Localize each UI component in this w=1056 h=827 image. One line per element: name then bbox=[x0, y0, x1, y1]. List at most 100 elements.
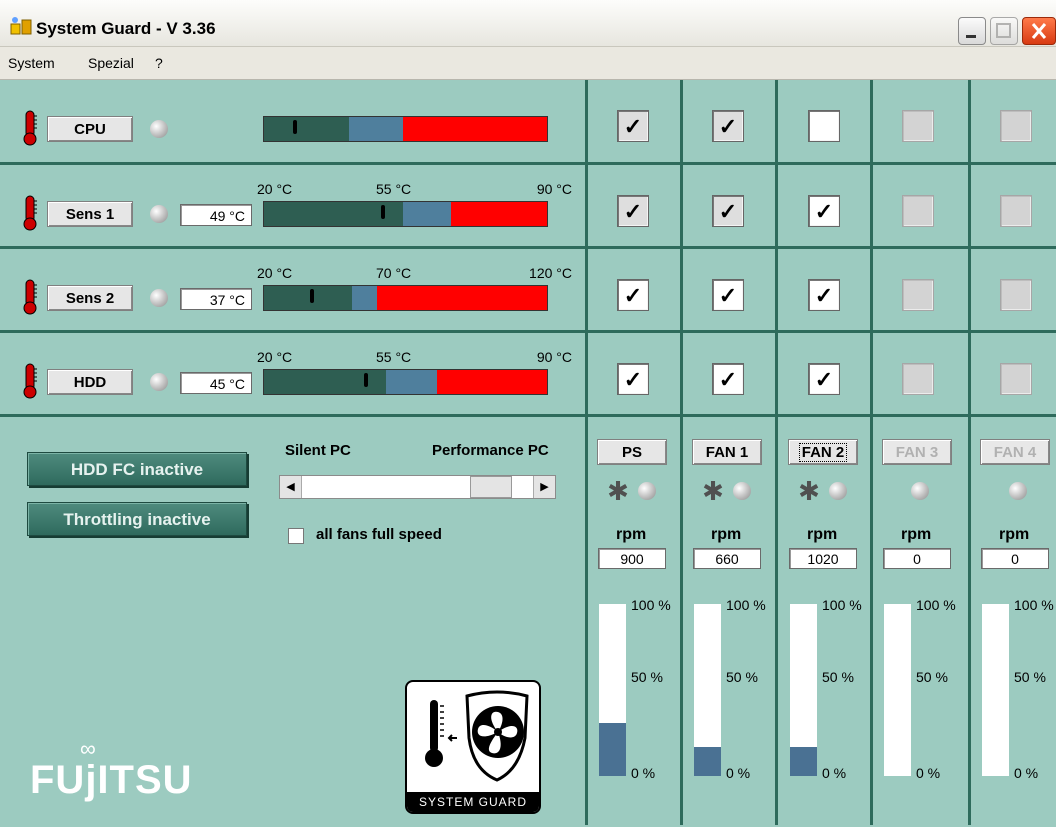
slider-thumb[interactable] bbox=[470, 476, 513, 498]
sensor-fan-checkbox[interactable]: ✓ bbox=[617, 110, 649, 142]
checkmark-icon: ✓ bbox=[718, 367, 738, 392]
sensor-fan-checkbox bbox=[902, 279, 934, 311]
sensor-button-0[interactable]: CPU bbox=[47, 116, 133, 142]
temperature-readout: 49 °C bbox=[180, 204, 252, 226]
temperature-bar bbox=[263, 201, 548, 227]
rpm-label: rpm bbox=[711, 526, 742, 543]
minimize-button[interactable] bbox=[958, 17, 986, 45]
row-divider bbox=[0, 162, 1056, 165]
sensor-led-icon bbox=[150, 373, 168, 391]
close-icon bbox=[1031, 23, 1047, 39]
fan-button-label: FAN 2 bbox=[798, 443, 848, 462]
sensor-fan-checkbox[interactable] bbox=[808, 110, 840, 142]
fan-led-icon bbox=[911, 482, 929, 500]
sensor-fan-checkbox[interactable]: ✓ bbox=[712, 195, 744, 227]
sensor-fan-checkbox[interactable]: ✓ bbox=[808, 279, 840, 311]
sensor-button-2[interactable]: Sens 2 bbox=[47, 285, 133, 311]
sensor-button-3[interactable]: HDD bbox=[47, 369, 133, 395]
checkmark-icon: ✓ bbox=[623, 114, 643, 139]
column-divider bbox=[968, 80, 971, 825]
rpm-readout: 660 bbox=[693, 548, 761, 569]
sensor-fan-checkbox bbox=[1000, 279, 1032, 311]
fan-button-4[interactable]: FAN 4 bbox=[980, 439, 1050, 465]
fan-speed-gauge bbox=[884, 604, 911, 776]
thermometer-icon bbox=[22, 363, 38, 399]
rpm-readout: 1020 bbox=[789, 548, 857, 569]
gauge-label-100: 100 % bbox=[726, 597, 766, 613]
sensor-fan-checkbox[interactable]: ✓ bbox=[712, 279, 744, 311]
bar-red-segment bbox=[402, 117, 547, 141]
sensor-fan-checkbox[interactable]: ✓ bbox=[808, 195, 840, 227]
fan-button-2[interactable]: FAN 2 bbox=[788, 439, 858, 465]
scale-label: 55 °C bbox=[376, 181, 412, 197]
gauge-label-100: 100 % bbox=[916, 597, 956, 613]
hdd-fc-button[interactable]: HDD FC inactive bbox=[27, 452, 247, 486]
scale-label: 120 °C bbox=[529, 265, 572, 281]
checkmark-icon: ✓ bbox=[814, 367, 834, 392]
menu-system[interactable]: System bbox=[8, 55, 55, 71]
sensor-fan-checkbox[interactable]: ✓ bbox=[712, 363, 744, 395]
fan-led-icon bbox=[829, 482, 847, 500]
fan-led-icon bbox=[733, 482, 751, 500]
slider-left-arrow-icon[interactable]: ◀ bbox=[280, 476, 302, 498]
sensor-fan-checkbox[interactable]: ✓ bbox=[712, 110, 744, 142]
fan-button-3[interactable]: FAN 3 bbox=[882, 439, 952, 465]
slider-right-arrow-icon[interactable]: ▶ bbox=[533, 476, 555, 498]
bar-blue-segment bbox=[348, 117, 403, 141]
fan-button-1[interactable]: FAN 1 bbox=[692, 439, 762, 465]
rpm-label: rpm bbox=[999, 526, 1030, 543]
sensor-fan-checkbox bbox=[1000, 110, 1032, 142]
temperature-marker bbox=[293, 120, 298, 134]
bar-red-segment bbox=[436, 370, 547, 394]
sensor-fan-checkbox[interactable]: ✓ bbox=[617, 279, 649, 311]
fan-button-label: FAN 1 bbox=[705, 444, 749, 461]
sensor-fan-checkbox[interactable]: ✓ bbox=[808, 363, 840, 395]
checkmark-icon: ✓ bbox=[814, 283, 834, 308]
gauge-label-100: 100 % bbox=[631, 597, 671, 613]
fan-button-label: PS bbox=[621, 444, 642, 461]
system-guard-logo-text: SYSTEM GUARD bbox=[407, 792, 539, 812]
fan-speed-gauge bbox=[982, 604, 1009, 776]
temperature-bar bbox=[263, 369, 548, 395]
menu-spezial[interactable]: Spezial bbox=[88, 55, 134, 71]
temperature-marker bbox=[310, 289, 315, 303]
row-divider bbox=[0, 246, 1056, 249]
sensor-fan-checkbox bbox=[1000, 363, 1032, 395]
sensor-button-1[interactable]: Sens 1 bbox=[47, 201, 133, 227]
scale-label: 20 °C bbox=[257, 349, 293, 365]
temperature-readout: 45 °C bbox=[180, 372, 252, 394]
column-divider bbox=[680, 80, 683, 825]
gauge-label-50: 50 % bbox=[916, 669, 948, 685]
gauge-label-0: 0 % bbox=[916, 765, 941, 781]
all-fans-full-speed-checkbox[interactable] bbox=[288, 528, 304, 544]
bar-blue-segment bbox=[402, 202, 451, 226]
fujitsu-logo: FUjITSU bbox=[30, 758, 193, 802]
fan-rotor-icon: ✱ bbox=[607, 476, 629, 506]
fan-rotor-icon: ✱ bbox=[798, 476, 820, 506]
sensor-fan-checkbox[interactable]: ✓ bbox=[617, 195, 649, 227]
scale-label: 90 °C bbox=[536, 349, 572, 365]
menu-help[interactable]: ? bbox=[155, 55, 163, 71]
fan-button-label: FAN 3 bbox=[895, 444, 939, 461]
fan-led-icon bbox=[1009, 482, 1027, 500]
maximize-button[interactable] bbox=[990, 17, 1018, 45]
scale-label: 20 °C bbox=[257, 181, 293, 197]
mode-performance-label: Performance PC bbox=[432, 442, 549, 459]
fan-led-icon bbox=[638, 482, 656, 500]
fan-speed-fill bbox=[790, 746, 817, 776]
throttling-button[interactable]: Throttling inactive bbox=[27, 502, 247, 536]
mode-slider[interactable]: ◀ ▶ bbox=[279, 475, 556, 499]
gauge-label-50: 50 % bbox=[1014, 669, 1046, 685]
checkmark-icon: ✓ bbox=[814, 199, 834, 224]
minimize-icon bbox=[966, 35, 976, 38]
close-button[interactable] bbox=[1022, 17, 1056, 45]
gauge-label-0: 0 % bbox=[631, 765, 656, 781]
rpm-readout: 0 bbox=[981, 548, 1049, 569]
fan-speed-gauge bbox=[694, 604, 721, 776]
temperature-bar bbox=[263, 285, 548, 311]
column-divider bbox=[870, 80, 873, 825]
gauge-label-100: 100 % bbox=[822, 597, 862, 613]
fan-button-0[interactable]: PS bbox=[597, 439, 667, 465]
sensor-fan-checkbox[interactable]: ✓ bbox=[617, 363, 649, 395]
rpm-readout: 0 bbox=[883, 548, 951, 569]
